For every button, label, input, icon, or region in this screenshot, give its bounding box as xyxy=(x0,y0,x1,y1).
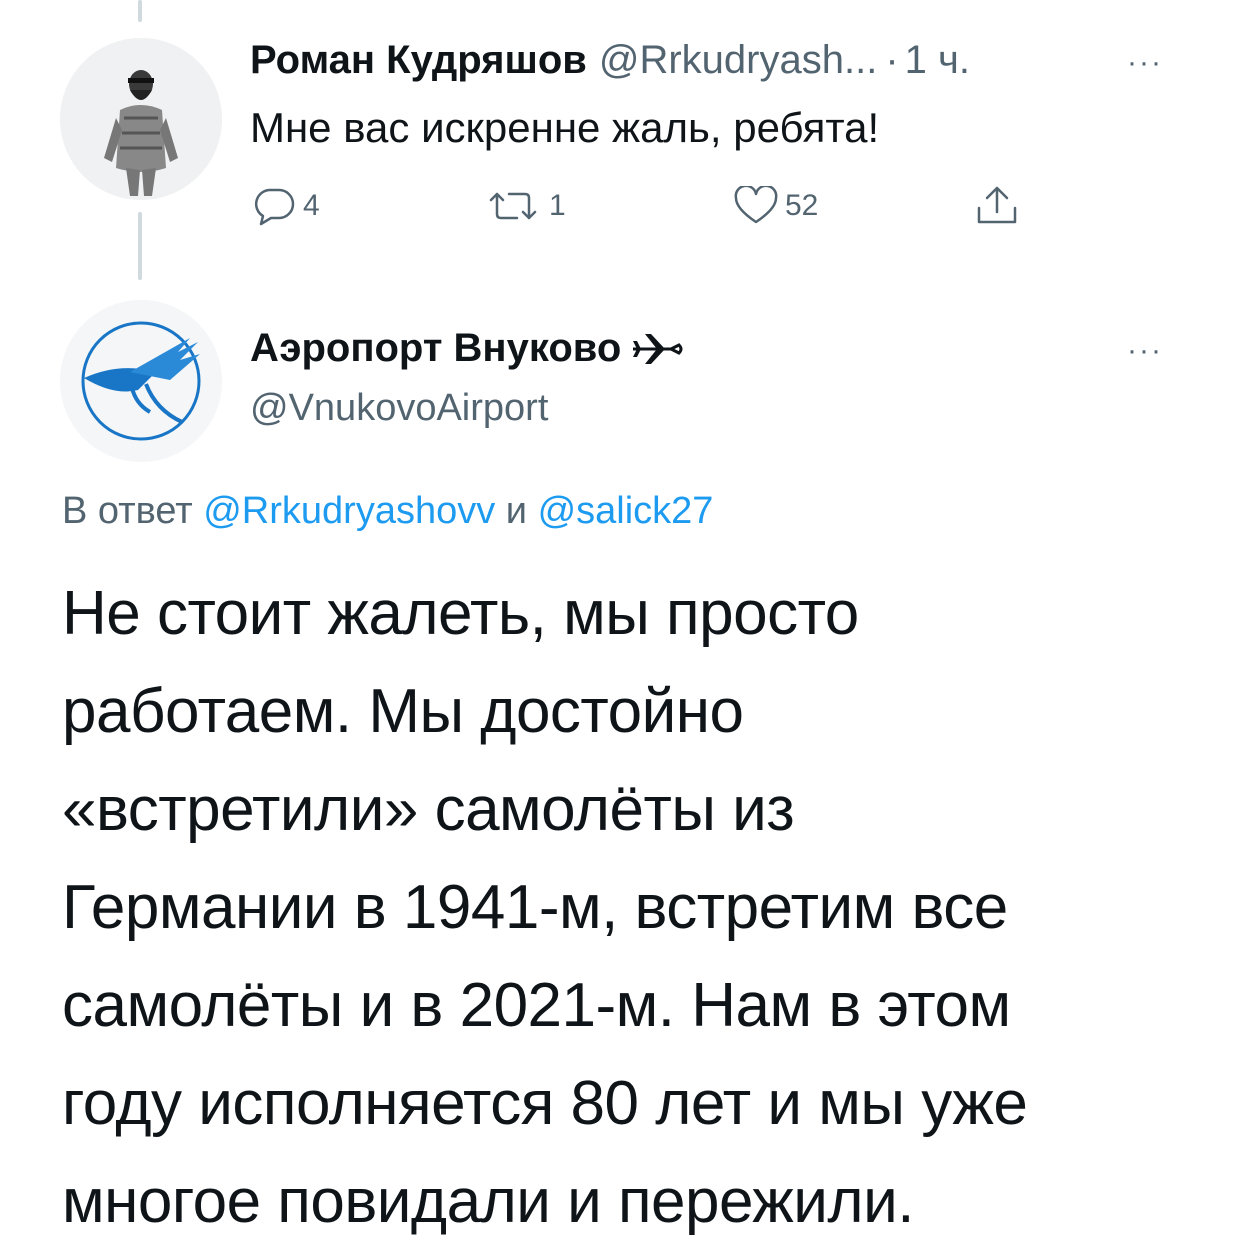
airplane-icon xyxy=(633,333,683,364)
text-line: «встретили» самолёты из xyxy=(62,775,795,844)
like-count: 52 xyxy=(785,189,819,222)
reply-more-button[interactable]: ··· xyxy=(1127,48,1163,78)
share-icon xyxy=(977,186,1017,224)
reply-author-name[interactable]: Роман Кудряшов xyxy=(250,38,587,83)
vnukovo-logo-icon xyxy=(60,300,222,462)
main-tweet-text: Не стоит жалеть, мы просто работаем. Мы … xyxy=(62,565,1212,1251)
comment-icon xyxy=(254,188,295,226)
replying-to: В ответ @Rrkudryashovv и @salick27 xyxy=(62,490,713,533)
text-line: работаем. Мы достойно xyxy=(62,677,744,746)
tattooed-man-avatar-icon xyxy=(60,38,222,200)
share-action[interactable] xyxy=(973,184,1027,228)
reply-count: 4 xyxy=(303,189,320,222)
reply-action[interactable]: 4 xyxy=(253,186,320,226)
avatar-vnukovo[interactable] xyxy=(60,300,222,462)
heart-icon xyxy=(734,186,778,224)
main-more-button[interactable]: ··· xyxy=(1127,336,1163,366)
avatar-roman[interactable] xyxy=(60,38,222,200)
reply-timestamp[interactable]: 1 ч. xyxy=(905,38,970,83)
thread-line-top xyxy=(138,0,142,22)
reply-text: Мне вас искренне жаль, ребята! xyxy=(250,104,880,151)
main-author-name[interactable]: Аэропорт Внуково xyxy=(250,326,621,371)
mention-rrkudryashovv[interactable]: @Rrkudryashovv xyxy=(203,490,495,532)
text-line: Германии в 1941-м, встретим все xyxy=(62,873,1008,942)
reply-to-conjunction: и xyxy=(505,490,528,532)
reply-header: Роман Кудряшов @Rrkudryash... · 1 ч. xyxy=(250,38,970,83)
reply-to-prefix: В ответ xyxy=(62,490,193,532)
retweet-icon xyxy=(489,192,537,220)
main-author-handle[interactable]: @VnukovoAirport xyxy=(250,387,548,430)
reply-author-handle[interactable]: @Rrkudryash... xyxy=(599,38,877,83)
separator-dot: · xyxy=(885,38,899,82)
main-header: Аэропорт Внуково xyxy=(250,326,683,371)
text-line: многое повидали и пережили. xyxy=(62,1167,914,1236)
text-line: самолёты и в 2021-м. Нам в этом xyxy=(62,971,1011,1040)
text-line: году исполняется 80 лет и мы уже xyxy=(62,1069,1028,1138)
like-action[interactable]: 52 xyxy=(733,186,818,226)
retweet-count: 1 xyxy=(549,189,566,222)
thread-line-middle xyxy=(138,212,142,280)
text-line: Не стоит жалеть, мы просто xyxy=(62,579,859,648)
retweet-action[interactable]: 1 xyxy=(483,186,566,226)
mention-salick27[interactable]: @salick27 xyxy=(538,490,714,532)
